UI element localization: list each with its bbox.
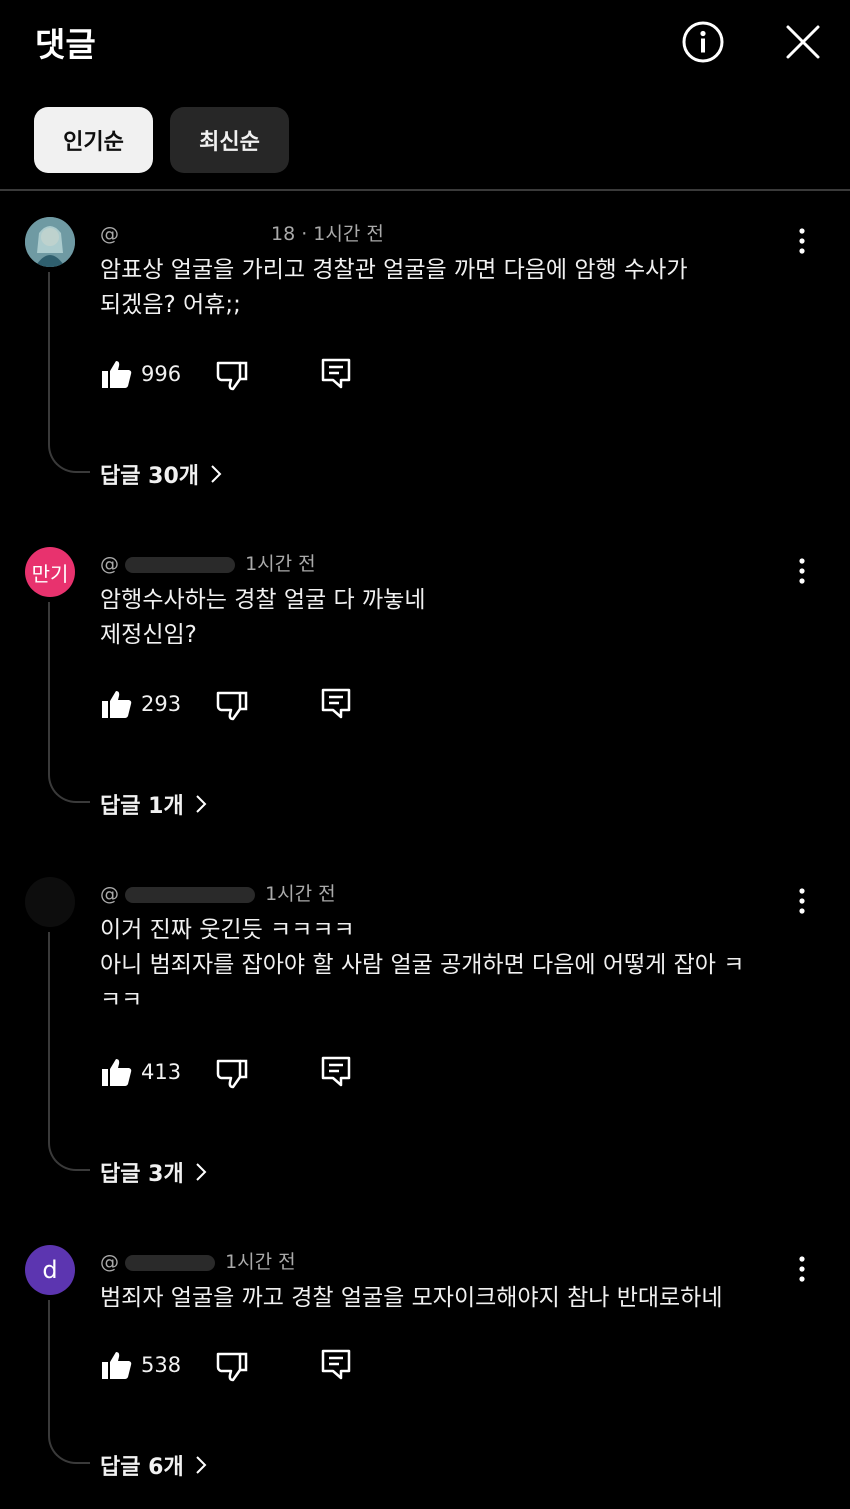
like-icon[interactable]	[101, 358, 133, 390]
thread-line	[48, 272, 90, 473]
more-options-button[interactable]	[790, 556, 814, 586]
chevron-right-icon	[195, 1163, 207, 1181]
reply-icon[interactable]	[320, 687, 352, 719]
dislike-icon[interactable]	[216, 360, 248, 392]
dislike-icon[interactable]	[216, 690, 248, 722]
redaction-mark	[125, 1254, 216, 1271]
comment-time: 1시간 전	[225, 1251, 296, 1273]
dislike-icon[interactable]	[216, 1351, 248, 1383]
comment-author[interactable]: @	[100, 883, 119, 905]
replies-label: 답글 30개	[100, 464, 199, 489]
comment-meta: @ 1시간 전	[100, 1247, 296, 1274]
more-options-button[interactable]	[790, 1254, 814, 1284]
divider	[0, 189, 850, 191]
thread-line	[48, 1300, 90, 1464]
page-title: 댓글	[35, 25, 96, 64]
comment-author[interactable]: @	[100, 553, 119, 575]
view-replies-button[interactable]: 답글 30개	[100, 458, 223, 490]
comment-time: 1시간 전	[265, 883, 336, 905]
replies-label: 답글 1개	[100, 794, 184, 819]
reply-icon[interactable]	[320, 1348, 352, 1380]
avatar-initials: 만기	[31, 561, 69, 586]
comment-text: 암행수사하는 경찰 얼굴 다 까놓네 제정신임?	[100, 587, 426, 648]
avatar-initials: d	[42, 1256, 58, 1284]
like-icon[interactable]	[101, 1349, 133, 1381]
view-replies-button[interactable]: 답글 3개	[100, 1156, 208, 1188]
comment-meta: @ 1시간 전	[100, 549, 316, 576]
comment-author[interactable]: @ 18 · 1시간 전	[100, 223, 384, 245]
comment-author[interactable]: @	[100, 1251, 119, 1273]
redaction-mark	[125, 556, 236, 573]
more-options-button[interactable]	[790, 886, 814, 916]
more-vertical-icon	[799, 1256, 805, 1282]
more-vertical-icon	[799, 558, 805, 584]
like-count: 293	[141, 692, 182, 716]
replies-label: 답글 6개	[100, 1455, 184, 1480]
dislike-icon[interactable]	[216, 1058, 248, 1090]
like-icon[interactable]	[101, 688, 133, 720]
close-button[interactable]	[782, 21, 824, 63]
chevron-right-icon	[195, 795, 207, 813]
more-vertical-icon	[799, 228, 805, 254]
reply-icon[interactable]	[320, 357, 352, 389]
view-replies-button[interactable]: 답글 6개	[100, 1449, 208, 1481]
tab-newest[interactable]: 최신순	[170, 107, 289, 173]
reply-icon[interactable]	[320, 1055, 352, 1087]
tab-popular[interactable]: 인기순	[34, 107, 153, 173]
comment-meta: @ 18 · 1시간 전	[100, 219, 384, 246]
close-icon	[786, 25, 820, 59]
comment-text: 이거 진짜 웃긴듯 ㅋㅋㅋㅋ 아니 범죄자를 잡아야 할 사람 얼굴 공개하면 …	[100, 917, 745, 1013]
view-replies-button[interactable]: 답글 1개	[100, 788, 208, 820]
info-button[interactable]	[682, 21, 724, 63]
comment-text: 암표상 얼굴을 가리고 경찰관 얼굴을 까면 다음에 암행 수사가 되겠음? 어…	[100, 257, 688, 318]
comments-header: 댓글	[0, 0, 850, 90]
comment-time: 1시간 전	[245, 553, 316, 575]
chevron-right-icon	[211, 465, 222, 483]
avatar-image	[25, 217, 75, 267]
avatar[interactable]	[25, 217, 75, 267]
like-count: 413	[141, 1060, 182, 1084]
replies-label: 답글 3개	[100, 1162, 184, 1187]
chevron-right-icon	[195, 1456, 207, 1474]
avatar[interactable]: d	[25, 1245, 75, 1295]
like-count: 538	[141, 1353, 182, 1377]
redaction-mark	[125, 886, 256, 903]
thread-line	[48, 932, 90, 1171]
avatar[interactable]	[25, 877, 75, 927]
like-count: 996	[141, 362, 182, 386]
avatar[interactable]: 만기	[25, 547, 75, 597]
like-icon[interactable]	[101, 1056, 133, 1088]
more-options-button[interactable]	[790, 226, 814, 256]
more-vertical-icon	[799, 888, 805, 914]
comment-meta: @ 1시간 전	[100, 879, 336, 906]
comment-text: 범죄자 얼굴을 까고 경찰 얼굴을 모자이크해야지 참나 반대로하네	[100, 1285, 723, 1311]
thread-line	[48, 602, 90, 803]
info-icon	[682, 21, 724, 63]
